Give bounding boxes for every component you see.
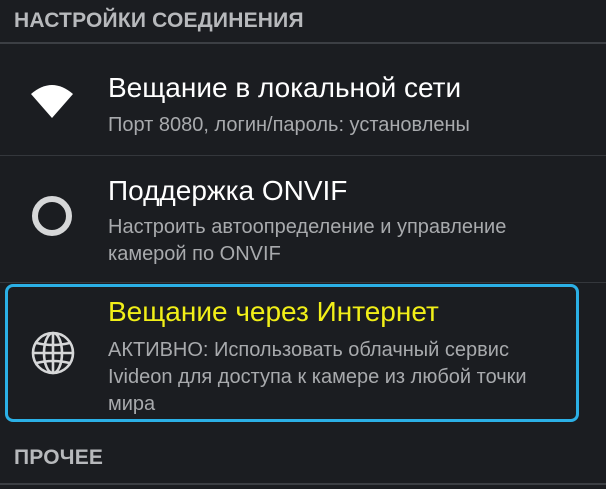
setting-item-onvif[interactable]: Поддержка ONVIF Настроить автоопределени… [0,156,606,282]
setting-title: Вещание в локальной сети [108,72,462,103]
section-header-label: НАСТРОЙКИ СОЕДИНЕНИЯ [14,9,304,32]
section-header-rule [0,42,606,44]
setting-summary: Настроить автоопределение и управление к… [108,216,507,265]
globe-icon [31,331,75,375]
divider [0,282,606,283]
setting-item-local-broadcast[interactable]: Вещание в локальной сети Порт 8080, логи… [0,46,606,155]
circle-icon [32,196,72,236]
setting-summary: АКТИВНО: Использовать облачный сервис Iv… [108,339,527,415]
section-header-label: ПРОЧЕЕ [14,446,104,469]
wifi-icon [31,85,73,118]
setting-summary: Порт 8080, логин/пароль: установлены [108,114,470,136]
section-header-other: ПРОЧЕЕ [0,432,606,489]
section-header-rule [0,483,606,485]
setting-item-internet-broadcast[interactable]: Вещание через Интернет АКТИВНО: Использо… [5,284,579,422]
section-header-connection: НАСТРОЙКИ СОЕДИНЕНИЯ [0,0,606,46]
settings-screen: НАСТРОЙКИ СОЕДИНЕНИЯ Вещание в локальной… [0,0,606,489]
setting-title: Вещание через Интернет [108,296,439,327]
setting-title: Поддержка ONVIF [108,175,348,206]
